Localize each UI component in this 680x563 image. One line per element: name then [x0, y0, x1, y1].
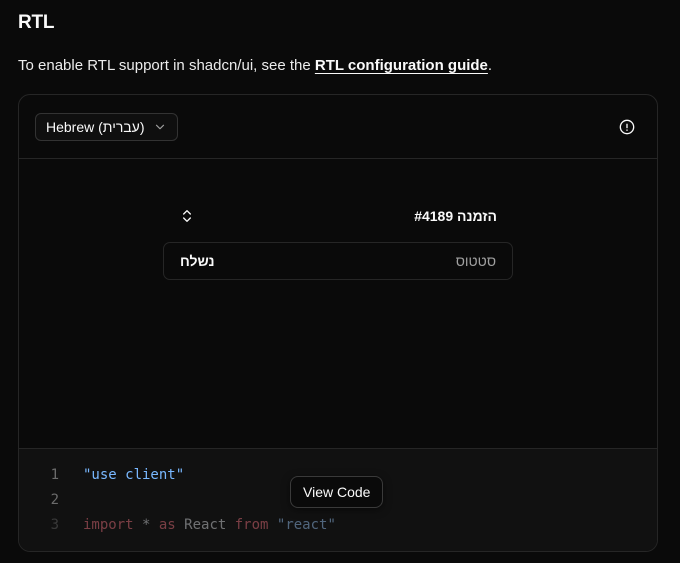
- code-token: import: [83, 517, 134, 533]
- order-header: הזמנה #4189: [163, 200, 513, 232]
- language-select[interactable]: Hebrew (עברית): [35, 113, 178, 141]
- page-title: RTL: [18, 12, 55, 33]
- code-token: React: [175, 517, 235, 533]
- view-code-button[interactable]: View Code: [290, 476, 384, 508]
- rtl-guide-link[interactable]: RTL configuration guide: [315, 57, 488, 74]
- code-token: from: [234, 517, 269, 533]
- language-select-value: Hebrew (עברית): [46, 119, 145, 135]
- page: RTL To enable RTL support in shadcn/ui, …: [0, 0, 680, 563]
- code-token: as: [158, 517, 176, 533]
- status-row: סטטוס נשלח: [163, 242, 513, 280]
- line-number: 1: [50, 467, 59, 483]
- info-icon[interactable]: [619, 119, 635, 135]
- intro-prefix: To enable RTL support in shadcn/ui, see …: [18, 57, 315, 74]
- code-token: *: [133, 517, 159, 533]
- line-number: 3: [50, 517, 59, 533]
- chevron-down-icon: [153, 120, 167, 134]
- status-label: סטטוס: [455, 253, 496, 269]
- code-token: "react": [268, 517, 336, 533]
- intro-text: To enable RTL support in shadcn/ui, see …: [18, 57, 492, 74]
- intro-suffix: .: [487, 57, 493, 74]
- code-text: import * as React from "react": [83, 517, 336, 533]
- card-toolbar: Hebrew (עברית): [19, 95, 657, 159]
- code-line-2: 2: [19, 490, 59, 510]
- code-text: "use client": [83, 467, 185, 483]
- code-line-3: 3 import * as React from "react": [19, 515, 336, 535]
- preview-area: הזמנה #4189 סטטוס נשלח: [19, 160, 657, 448]
- line-number: 2: [50, 492, 59, 508]
- example-card: Hebrew (עברית) הזמנה #4189 סטטוס נשלח 1 …: [18, 94, 658, 552]
- code-line-1: 1 "use client": [19, 465, 185, 485]
- order-title: הזמנה #4189: [414, 208, 497, 224]
- order-collapsible: הזמנה #4189 סטטוס נשלח: [163, 200, 513, 280]
- chevrons-up-down-icon[interactable]: [179, 208, 195, 224]
- code-preview: 1 "use client" 2 3 import * as React fro…: [19, 448, 657, 551]
- status-value: נשלח: [180, 253, 215, 269]
